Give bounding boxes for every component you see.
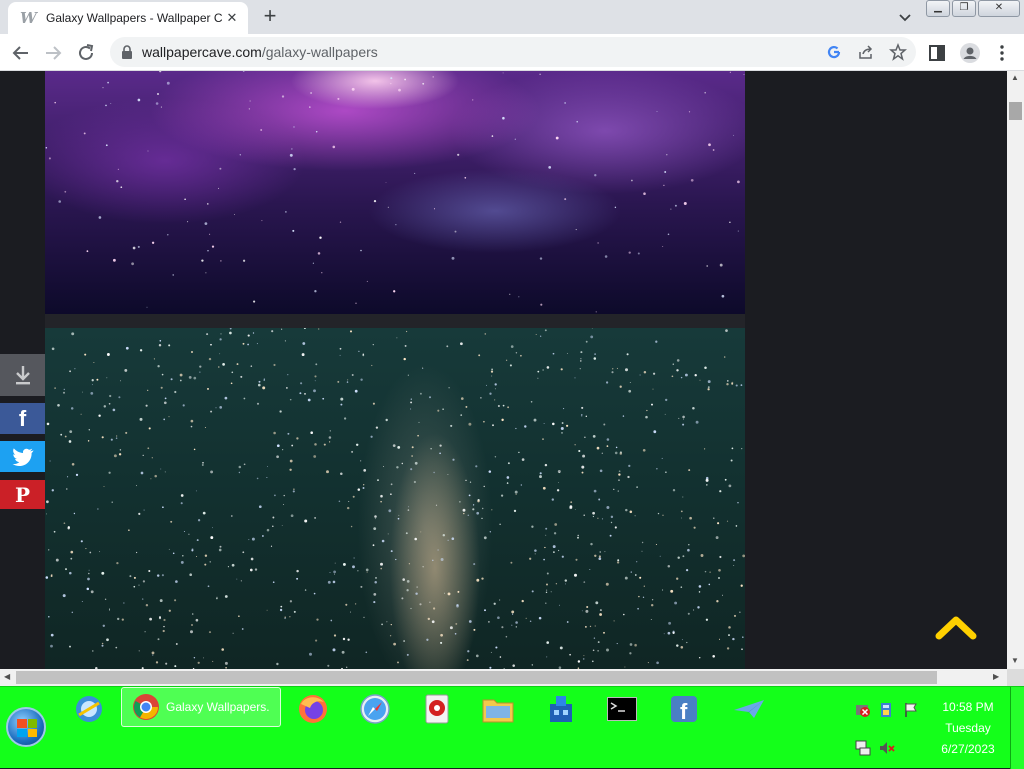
network-error-icon[interactable] bbox=[854, 701, 872, 719]
network-status-icon[interactable] bbox=[854, 739, 872, 757]
facebook-share-button[interactable]: f bbox=[0, 403, 45, 434]
restore-button[interactable]: ❐ bbox=[952, 0, 976, 17]
url-path: /galaxy-wallpapers bbox=[261, 44, 378, 60]
twitter-bird-icon bbox=[12, 447, 33, 466]
forward-icon[interactable] bbox=[41, 41, 65, 65]
menu-kebab-icon[interactable] bbox=[990, 41, 1014, 65]
action-center-flag-icon[interactable] bbox=[902, 701, 920, 719]
image-separator bbox=[45, 314, 745, 328]
volume-muted-icon[interactable] bbox=[878, 739, 896, 757]
taskbar-chrome-label: Galaxy Wallpapers... bbox=[166, 700, 270, 714]
tab-title: Galaxy Wallpapers - Wallpaper C bbox=[46, 11, 223, 25]
clock-time: 10:58 PM bbox=[942, 700, 994, 714]
lock-icon[interactable] bbox=[120, 44, 134, 60]
chrome-icon bbox=[133, 694, 159, 720]
windows-logo-icon bbox=[17, 719, 37, 737]
firefox-app-icon[interactable] bbox=[291, 689, 335, 729]
system-clock[interactable]: 10:58 PM Tuesday 6/27/2023 bbox=[930, 697, 1006, 760]
address-bar[interactable]: wallpapercave.com/galaxy-wallpapers bbox=[110, 37, 916, 67]
start-button[interactable] bbox=[6, 707, 46, 747]
galaxy-wallpaper-image[interactable] bbox=[45, 71, 745, 314]
close-window-button[interactable]: ✕ bbox=[978, 0, 1020, 17]
profile-avatar-icon[interactable] bbox=[958, 41, 982, 65]
facebook-app-icon[interactable]: f bbox=[662, 689, 706, 729]
red-app-icon[interactable] bbox=[415, 689, 459, 729]
download-button[interactable] bbox=[0, 354, 45, 396]
pinterest-icon: P bbox=[14, 482, 31, 507]
back-to-top-chevron-icon[interactable] bbox=[934, 611, 978, 643]
vertical-scroll-thumb[interactable] bbox=[1009, 102, 1022, 120]
facebook-icon: f bbox=[18, 405, 27, 431]
scroll-up-arrow-icon[interactable]: ▲ bbox=[1011, 74, 1019, 82]
google-icon[interactable] bbox=[825, 43, 843, 61]
svg-text:f: f bbox=[680, 699, 688, 724]
url-host: wallpapercave.com bbox=[142, 44, 262, 60]
pinterest-share-button[interactable]: P bbox=[0, 480, 45, 509]
milky-way-wallpaper-image[interactable] bbox=[45, 328, 745, 669]
vertical-scrollbar[interactable]: ▲ ▼ bbox=[1007, 71, 1024, 669]
ie-network-app-icon[interactable] bbox=[67, 689, 111, 729]
download-icon bbox=[15, 366, 30, 385]
tab-search-icon[interactable] bbox=[896, 8, 914, 26]
twitter-share-button[interactable] bbox=[0, 441, 45, 472]
reload-icon[interactable] bbox=[74, 41, 98, 65]
browser-tab[interactable]: W Galaxy Wallpapers - Wallpaper C ✕ bbox=[8, 2, 248, 34]
tray-app-icon[interactable] bbox=[878, 701, 896, 719]
file-explorer-icon[interactable] bbox=[476, 689, 520, 729]
scroll-down-arrow-icon[interactable]: ▼ bbox=[1011, 657, 1019, 665]
scroll-right-arrow-icon[interactable]: ▶ bbox=[993, 673, 999, 681]
close-tab-icon[interactable]: ✕ bbox=[224, 10, 240, 26]
minimize-button[interactable]: ▁ bbox=[926, 0, 950, 17]
browser-toolbar: wallpapercave.com/galaxy-wallpapers bbox=[0, 34, 1024, 71]
scrollbar-corner bbox=[1007, 669, 1024, 686]
web-page: f P bbox=[0, 71, 1007, 669]
url-text: wallpapercave.com/galaxy-wallpapers bbox=[142, 44, 378, 60]
horizontal-scrollbar[interactable]: ◀ ▶ bbox=[0, 669, 1007, 686]
site-favicon-icon: W bbox=[20, 9, 37, 27]
send-app-icon[interactable] bbox=[727, 689, 771, 729]
clock-day: Tuesday bbox=[945, 721, 991, 735]
safari-app-icon[interactable] bbox=[353, 689, 397, 729]
share-icon[interactable] bbox=[857, 43, 875, 61]
scroll-left-arrow-icon[interactable]: ◀ bbox=[4, 673, 10, 681]
new-tab-button[interactable]: + bbox=[258, 5, 282, 28]
command-prompt-icon[interactable] bbox=[600, 689, 644, 729]
window-controls: ▁ ❐ ✕ bbox=[926, 0, 1020, 17]
tab-strip: W Galaxy Wallpapers - Wallpaper C ✕ + ▁ … bbox=[0, 0, 1024, 34]
back-icon[interactable] bbox=[9, 41, 33, 65]
network-tool-app-icon[interactable] bbox=[539, 689, 583, 729]
show-desktop-button[interactable] bbox=[1010, 687, 1024, 769]
taskbar-chrome-window[interactable]: Galaxy Wallpapers... bbox=[121, 687, 281, 727]
starfield-green bbox=[45, 328, 745, 669]
side-panel-icon[interactable] bbox=[925, 41, 949, 65]
starfield-purple bbox=[45, 71, 745, 313]
clock-date: 6/27/2023 bbox=[941, 742, 995, 756]
horizontal-scroll-thumb[interactable] bbox=[16, 671, 937, 684]
taskbar: Galaxy Wallpapers... f 10:58 PM Tuesday … bbox=[0, 686, 1024, 769]
bookmark-star-icon[interactable] bbox=[889, 43, 907, 61]
